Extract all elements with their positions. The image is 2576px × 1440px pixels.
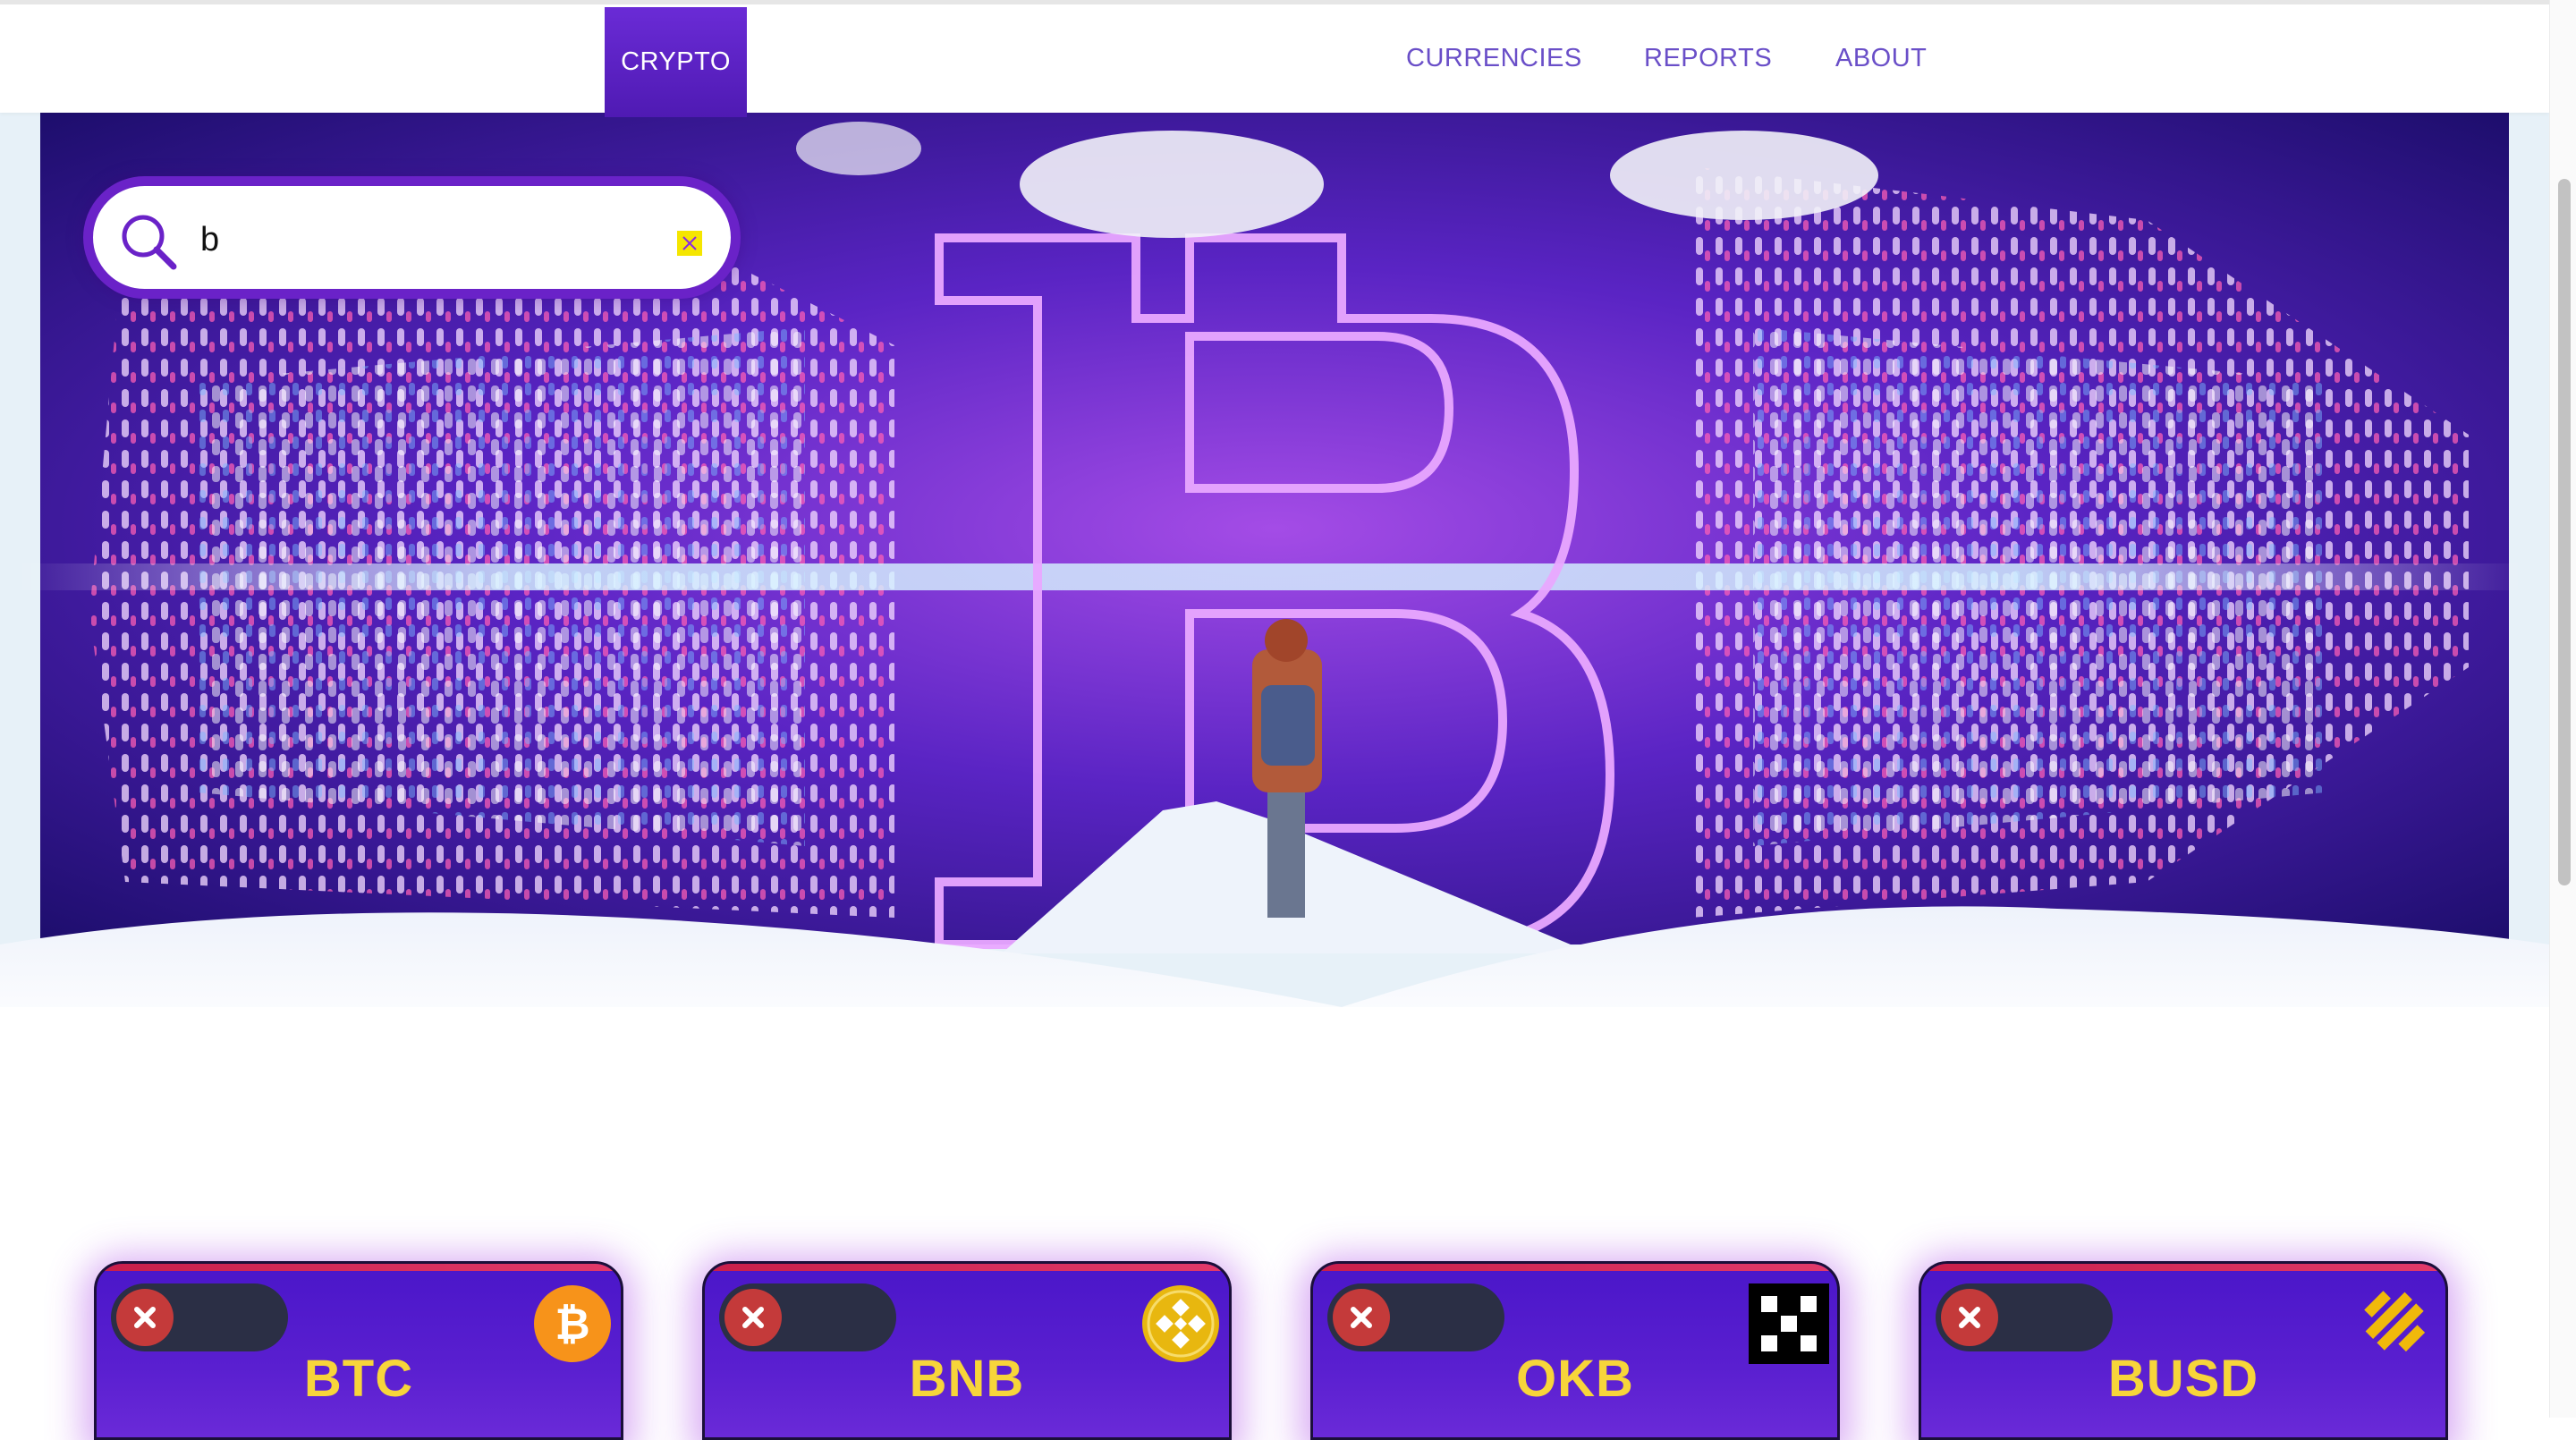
remove-coin-button[interactable] (724, 1289, 782, 1346)
coin-symbol: BUSD (2107, 1350, 2259, 1408)
coin-symbol: BNB (909, 1350, 1025, 1408)
close-icon (742, 1307, 764, 1328)
scrollbar-thumb[interactable] (2558, 179, 2571, 885)
page-scrollbar[interactable] (2549, 0, 2576, 1418)
card-toggle[interactable] (1936, 1283, 2113, 1351)
coin-search-box (83, 176, 741, 299)
close-icon (1959, 1307, 1980, 1328)
remove-coin-button[interactable] (1941, 1289, 1998, 1346)
top-navbar: CRYPTO CURRENCIES REPORTS ABOUT (0, 0, 2549, 117)
search-icon (122, 215, 177, 270)
card-toggle[interactable] (111, 1283, 288, 1351)
coin-card-okb[interactable]: OKB (1310, 1261, 1840, 1440)
coin-card-btc[interactable]: ₿ BTC (94, 1261, 623, 1440)
coin-cards-grid: ₿ BTC BNB OKB BUSD (0, 1257, 2549, 1440)
nav-link-currencies[interactable]: CURRENCIES (1406, 44, 1582, 73)
coin-card-busd[interactable]: BUSD (1919, 1261, 2448, 1440)
close-icon (134, 1307, 156, 1328)
remove-coin-button[interactable] (1333, 1289, 1390, 1346)
coin-card-bnb[interactable]: BNB (702, 1261, 1232, 1440)
close-icon (1351, 1307, 1372, 1328)
brand-crypto-link[interactable]: CRYPTO (605, 7, 747, 117)
coin-symbol: OKB (1516, 1350, 1634, 1408)
clear-search-button[interactable] (677, 231, 702, 256)
card-toggle[interactable] (719, 1283, 896, 1351)
nav-link-about[interactable]: ABOUT (1835, 44, 1927, 73)
nav-link-reports[interactable]: REPORTS (1644, 44, 1772, 73)
remove-coin-button[interactable] (116, 1289, 174, 1346)
svg-text:₿: ₿ (555, 1300, 589, 1350)
card-toggle[interactable] (1327, 1283, 1504, 1351)
search-input[interactable] (199, 208, 605, 272)
coin-symbol: BTC (303, 1350, 414, 1408)
close-icon (682, 236, 697, 250)
